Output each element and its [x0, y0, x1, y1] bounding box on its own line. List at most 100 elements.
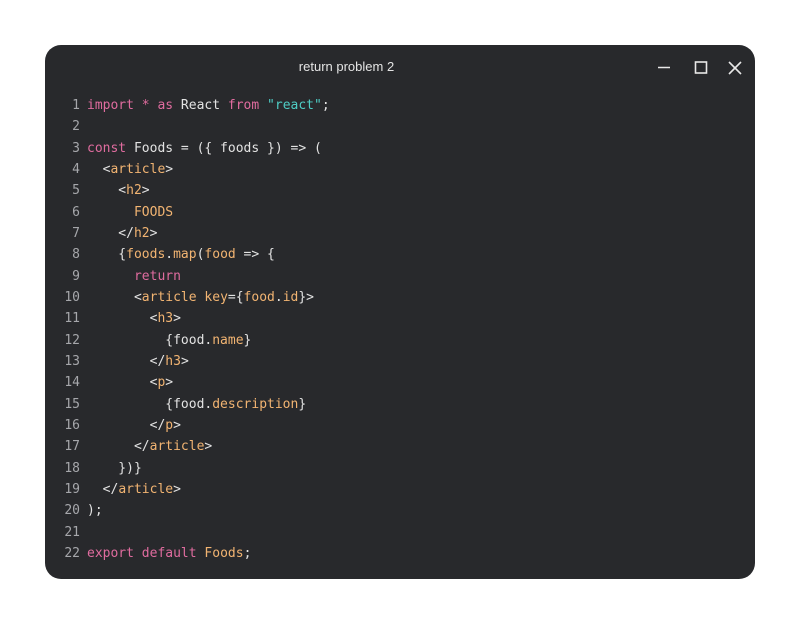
code-window: return problem 2 1 import * as React from…	[45, 45, 755, 579]
code-editor[interactable]: 1 import * as React from "react"; 2 3 const …	[45, 95, 755, 564]
code-token: map	[173, 247, 197, 263]
line-number: 21	[64, 524, 80, 540]
code-token: name	[212, 332, 244, 348]
code-token: >	[165, 375, 174, 391]
code-line: 20);	[45, 500, 755, 521]
code-line: 10 <article key={food.id}>	[45, 287, 755, 308]
code-token: return	[87, 268, 181, 284]
code-line: 16 </p>	[45, 415, 755, 436]
code-token: {food.	[87, 332, 213, 348]
code-token: <	[87, 311, 158, 327]
code-line: 17 </article>	[45, 436, 755, 457]
code-token: })}	[87, 460, 142, 476]
line-number: 18	[64, 460, 80, 476]
code-token: article	[110, 161, 166, 177]
code-token: >	[173, 417, 181, 433]
code-text: <h2>	[87, 180, 149, 201]
code-token: p	[165, 417, 174, 433]
line-number: 20	[64, 503, 80, 519]
code-line: 8 {foods.map(food => {	[45, 244, 755, 265]
code-line: 22 export default Foods;	[45, 543, 755, 564]
code-token: FOODS	[87, 204, 174, 220]
code-token: .	[274, 289, 283, 305]
line-number: 5	[72, 183, 80, 199]
code-token: as	[157, 98, 174, 113]
code-token: description	[212, 396, 299, 412]
code-line: 11 <h3>	[45, 308, 755, 329]
code-text: </article>	[87, 479, 181, 500]
line-number: 11	[64, 311, 80, 327]
close-icon	[728, 61, 742, 75]
code-line: 2	[45, 116, 755, 137]
code-token: h2	[133, 225, 150, 241]
line-number: 2	[72, 119, 80, 135]
code-text: const Foods = ({ foods }) => (	[87, 138, 322, 159]
code-token: >	[149, 225, 158, 241]
code-token: >	[165, 161, 174, 177]
minimize-icon	[658, 66, 670, 69]
code-token: >	[180, 353, 189, 369]
code-line: 3 const Foods = ({ foods }) => (	[45, 138, 755, 159]
line-number: 4	[72, 161, 80, 177]
code-text: <h3>	[87, 308, 181, 329]
maximize-icon	[694, 61, 708, 74]
code-token: );	[87, 503, 103, 519]
code-text: {foods.map(food => {	[87, 244, 275, 265]
minimize-button[interactable]	[651, 55, 677, 81]
code-token: <	[87, 161, 111, 177]
code-token: import	[87, 98, 134, 113]
code-text: </h2>	[87, 223, 157, 244]
code-text: return	[87, 266, 181, 287]
code-token: default	[141, 545, 197, 561]
line-number: 3	[72, 140, 80, 156]
line-number: 1	[72, 98, 80, 113]
code-line: 4 <article>	[45, 159, 755, 180]
code-line: 18 })}	[45, 458, 755, 479]
code-token: Foods	[204, 545, 244, 561]
line-number: 8	[72, 247, 80, 263]
code-token: ={	[227, 289, 244, 305]
code-token: <	[87, 289, 142, 305]
code-token: => {	[235, 247, 275, 263]
code-token: {	[87, 247, 127, 263]
code-text: <article>	[87, 159, 173, 180]
code-token: from	[227, 98, 260, 113]
title-bar[interactable]: return problem 2	[45, 45, 755, 89]
code-token: id	[282, 289, 299, 305]
code-token: </	[87, 481, 119, 497]
close-button[interactable]	[722, 55, 748, 81]
code-text: export default Foods;	[87, 543, 251, 564]
line-number: 17	[64, 439, 80, 455]
line-number: 6	[72, 204, 80, 220]
code-line: 21	[45, 522, 755, 543]
code-token: article	[149, 439, 205, 455]
code-text: );	[87, 500, 103, 521]
code-token: {food.	[87, 396, 213, 412]
code-line: 12 {food.name}	[45, 330, 755, 351]
code-text: <p>	[87, 372, 174, 393]
code-token: ;	[321, 98, 330, 113]
line-number: 14	[64, 375, 80, 391]
code-line: 6 FOODS	[45, 202, 755, 223]
code-token: >	[173, 311, 181, 327]
line-number: 12	[64, 332, 80, 348]
code-token: </	[87, 417, 166, 433]
code-token: ;	[243, 545, 252, 561]
code-token: </	[87, 225, 134, 241]
code-line: 19 </article>	[45, 479, 755, 500]
code-text: <article key={food.id}>	[87, 287, 314, 308]
code-text: {food.description}	[87, 394, 306, 415]
code-token: article	[118, 481, 174, 497]
code-token: h3	[157, 311, 174, 327]
code-token: React	[173, 98, 228, 113]
line-number: 13	[64, 353, 80, 369]
code-token: export	[87, 545, 134, 561]
code-line: 9 return	[45, 266, 755, 287]
code-line: 1 import * as React from "react";	[45, 95, 755, 116]
maximize-button[interactable]	[688, 55, 714, 81]
code-token: h3	[165, 353, 181, 369]
code-token: }	[298, 396, 307, 412]
line-number: 16	[64, 417, 80, 433]
code-text: {food.name}	[87, 330, 251, 351]
